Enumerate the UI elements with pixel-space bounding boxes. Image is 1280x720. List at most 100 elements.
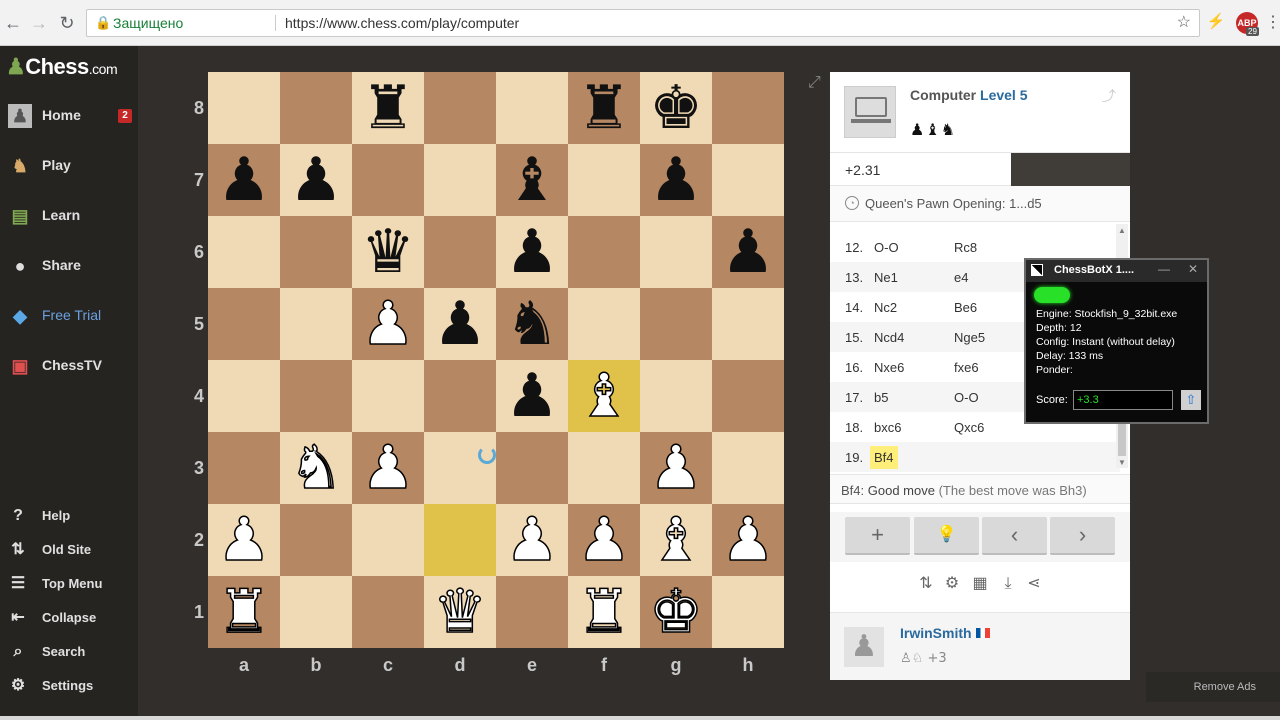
player-name[interactable]: IrwinSmith (900, 625, 972, 641)
square-a7[interactable]: ♟ (208, 144, 280, 216)
black-queen-icon[interactable]: ♛ (352, 216, 424, 288)
square-c3[interactable]: ♟ (352, 432, 424, 504)
sidebar-item-free-trial[interactable]: ◆ Free Trial (0, 298, 138, 334)
square-h3[interactable] (712, 432, 784, 504)
square-g8[interactable]: ♚ (640, 72, 712, 144)
previous-move-button[interactable]: ‹ (982, 517, 1047, 555)
bookmark-star-icon[interactable]: ☆ (1177, 10, 1191, 36)
white-bishop-icon[interactable]: ♝ (640, 504, 712, 576)
square-b5[interactable] (280, 288, 352, 360)
square-b7[interactable]: ♟ (280, 144, 352, 216)
square-a4[interactable] (208, 360, 280, 432)
square-d8[interactable] (424, 72, 496, 144)
black-move[interactable]: Be6 (954, 300, 977, 315)
square-d7[interactable] (424, 144, 496, 216)
white-move[interactable]: O-O (874, 240, 899, 255)
square-c6[interactable]: ♛ (352, 216, 424, 288)
square-g2[interactable]: ♝ (640, 504, 712, 576)
close-icon[interactable]: ✕ (1188, 262, 1198, 276)
square-d3[interactable] (424, 432, 496, 504)
square-c7[interactable] (352, 144, 424, 216)
expand-board-icon[interactable]: ⤢ (808, 74, 821, 92)
black-pawn-icon[interactable]: ♟ (496, 360, 568, 432)
black-pawn-icon[interactable]: ♟ (712, 216, 784, 288)
sidebar-item-help[interactable]: ? Help (0, 502, 138, 532)
black-move[interactable]: Rc8 (954, 240, 977, 255)
square-c4[interactable] (352, 360, 424, 432)
square-c8[interactable]: ♜ (352, 72, 424, 144)
sidebar-item-share[interactable]: ● Share (0, 248, 138, 284)
white-move[interactable]: Bf4 (870, 446, 898, 469)
square-a1[interactable]: ♜ (208, 576, 280, 648)
lightning-extension-icon[interactable]: ⚡ (1206, 12, 1226, 32)
scroll-up-icon[interactable]: ▲ (1118, 226, 1126, 235)
square-a8[interactable] (208, 72, 280, 144)
reload-icon[interactable]: ↻ (56, 12, 78, 34)
browser-menu-icon[interactable]: ⋮ (1265, 12, 1280, 32)
square-g6[interactable] (640, 216, 712, 288)
square-d2[interactable] (424, 504, 496, 576)
remove-ads-link[interactable]: Remove Ads (1146, 672, 1280, 702)
square-a3[interactable] (208, 432, 280, 504)
square-e3[interactable] (496, 432, 568, 504)
white-rook-icon[interactable]: ♜ (568, 576, 640, 648)
white-pawn-icon[interactable]: ♟ (640, 432, 712, 504)
square-h6[interactable]: ♟ (712, 216, 784, 288)
sidebar-item-learn[interactable]: ▤ Learn (0, 198, 138, 234)
black-rook-icon[interactable]: ♜ (352, 72, 424, 144)
square-e5[interactable]: ♞ (496, 288, 568, 360)
white-pawn-icon[interactable]: ♟ (352, 432, 424, 504)
forward-arrow-icon[interactable]: → (28, 12, 50, 34)
new-game-button[interactable]: + (845, 517, 910, 555)
square-f8[interactable]: ♜ (568, 72, 640, 144)
square-g4[interactable] (640, 360, 712, 432)
black-pawn-icon[interactable]: ♟ (496, 216, 568, 288)
black-pawn-icon[interactable]: ♟ (208, 144, 280, 216)
square-e1[interactable] (496, 576, 568, 648)
square-e6[interactable]: ♟ (496, 216, 568, 288)
black-move[interactable]: fxe6 (954, 360, 979, 375)
gear-icon[interactable]: ⚙ (942, 574, 962, 594)
square-h5[interactable] (712, 288, 784, 360)
square-c5[interactable]: ♟ (352, 288, 424, 360)
white-pawn-icon[interactable]: ♟ (208, 504, 280, 576)
square-b6[interactable] (280, 216, 352, 288)
square-f3[interactable] (568, 432, 640, 504)
white-bishop-icon[interactable]: ♝ (568, 360, 640, 432)
black-bishop-icon[interactable]: ♝ (496, 144, 568, 216)
sidebar-item-chesstv[interactable]: ▣ ChessTV (0, 348, 138, 384)
sidebar-item-top-menu[interactable]: ☰ Top Menu (0, 570, 138, 600)
white-move[interactable]: bxc6 (874, 420, 901, 435)
scroll-down-icon[interactable]: ▼ (1118, 458, 1126, 467)
black-move[interactable]: Nge5 (954, 330, 985, 345)
white-king-icon[interactable]: ♚ (640, 576, 712, 648)
square-f2[interactable]: ♟ (568, 504, 640, 576)
sidebar-item-play[interactable]: ♞ Play (0, 148, 138, 184)
square-h4[interactable] (712, 360, 784, 432)
sidebar-item-settings[interactable]: ⚙ Settings (0, 672, 138, 702)
black-pawn-icon[interactable]: ♟ (424, 288, 496, 360)
square-b3[interactable]: ♞ (280, 432, 352, 504)
square-g3[interactable]: ♟ (640, 432, 712, 504)
square-e2[interactable]: ♟ (496, 504, 568, 576)
next-move-button[interactable]: › (1050, 517, 1115, 555)
black-pawn-icon[interactable]: ♟ (640, 144, 712, 216)
white-pawn-icon[interactable]: ♟ (712, 504, 784, 576)
square-f1[interactable]: ♜ (568, 576, 640, 648)
address-bar[interactable]: 🔒 Защищено https://www.chess.com/play/co… (86, 9, 1200, 37)
square-b4[interactable] (280, 360, 352, 432)
square-e4[interactable]: ♟ (496, 360, 568, 432)
chessbotx-window[interactable]: ChessBotX 1.... — ✕ Engine: Stockfish_9_… (1024, 258, 1209, 424)
square-h1[interactable] (712, 576, 784, 648)
chess-board[interactable]: ♜ ♜ ♚ ♟ ♟ ♝ ♟ ♛ ♟ ♟ ♟ ♟ ♞ ♟ ♝ ♞ ♟ ♟ ♟ ♟ ♟ ♝ ♟ ♜ ♛ ♜ ♚ (208, 72, 784, 648)
white-knight-icon[interactable]: ♞ (280, 432, 352, 504)
sidebar-item-old-site[interactable]: ⇅ Old Site (0, 536, 138, 566)
square-g7[interactable]: ♟ (640, 144, 712, 216)
black-pawn-icon[interactable]: ♟ (280, 144, 352, 216)
download-icon[interactable]: ⤓ (998, 574, 1018, 594)
score-field[interactable]: +3.3 (1073, 390, 1173, 410)
sidebar-item-search[interactable]: ⌕ Search (0, 638, 138, 668)
square-g1[interactable]: ♚ (640, 576, 712, 648)
white-pawn-icon[interactable]: ♟ (496, 504, 568, 576)
white-pawn-icon[interactable]: ♟ (352, 288, 424, 360)
